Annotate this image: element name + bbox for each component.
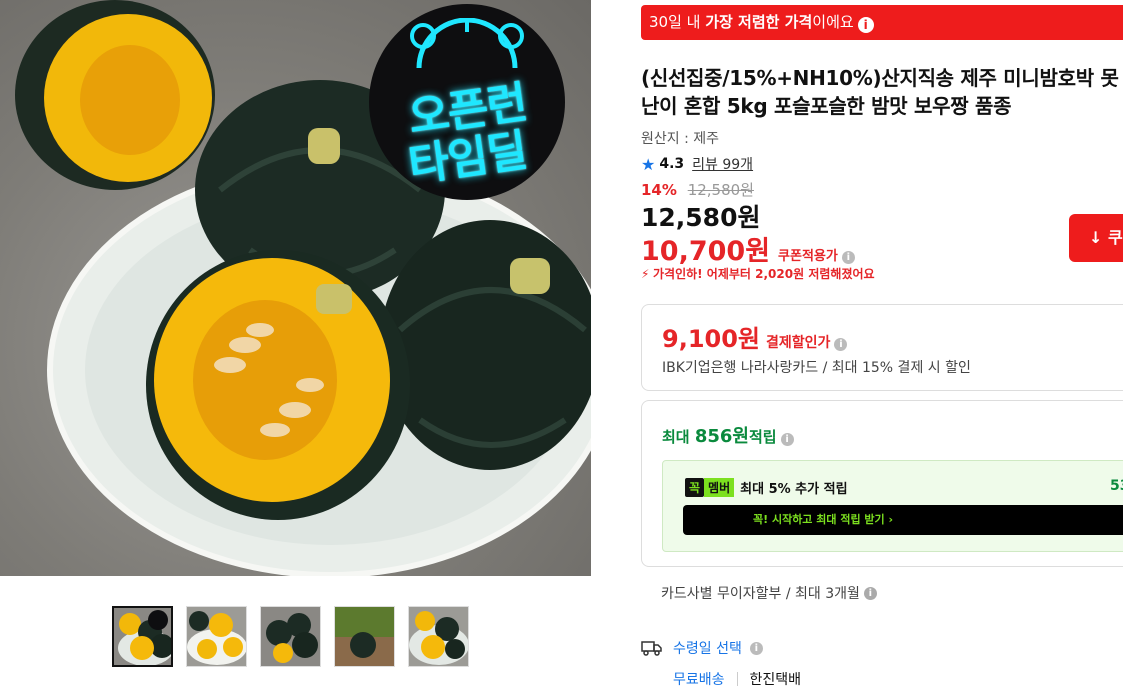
- card-discount-label: 결제할인가: [766, 335, 831, 351]
- thumbnail-image: [409, 607, 468, 666]
- card-discount-amount: 9,100원: [662, 325, 760, 353]
- product-origin: 원산지 : 제주: [641, 131, 720, 147]
- points-header: 최대 856원 적립 i: [662, 422, 794, 448]
- product-rating: ★ 4.3 리뷰 99개: [641, 154, 753, 174]
- star-icon: ★: [641, 154, 656, 174]
- installment-info: 카드사별 무이자할부 / 최대 3개월 i: [661, 583, 877, 603]
- member-points-text: 최대 5% 추가 적립: [740, 482, 848, 497]
- info-icon[interactable]: i: [857, 17, 874, 33]
- thumbnail-image: [335, 607, 394, 666]
- original-price: 12,580원: [687, 181, 754, 199]
- coupon-price-label: 쿠폰적용가: [778, 249, 838, 264]
- coupon-price-row: 10,700원 쿠폰적용가 i: [641, 229, 855, 268]
- delivery-date-row[interactable]: 수령일 선택 i: [641, 638, 801, 658]
- discount-percent: 14%: [641, 181, 677, 199]
- open-run-timedeal-badge: 오픈런 타임딜: [369, 4, 565, 200]
- product-main-image[interactable]: 오픈런 타임딜: [0, 0, 591, 576]
- price-drop-text: 가격인하! 어제부터 2,020원 저렴해졌어요: [653, 267, 875, 281]
- coupon-download-button[interactable]: ↓ 쿠: [1069, 214, 1123, 262]
- info-icon[interactable]: i: [841, 251, 855, 264]
- thumbnail-image: [187, 607, 246, 666]
- card-discount-box: 9,100원 결제할인가 i IBK기업은행 나라사랑카드 / 최대 15% 결…: [641, 304, 1123, 391]
- delivery-section: 수령일 선택 i 무료배송 한진택배: [641, 638, 801, 689]
- thumbnail-image: [114, 608, 171, 665]
- rating-score: 4.3: [659, 156, 685, 172]
- delivery-date-label: 수령일 선택: [673, 641, 742, 657]
- coupon-price: 10,700원: [641, 236, 771, 267]
- lowest-price-prefix: 30일 내: [649, 13, 706, 31]
- card-discount-row: 9,100원 결제할인가 i: [662, 319, 848, 354]
- free-shipping: 무료배송: [673, 672, 725, 688]
- thumbnail-image: [261, 607, 320, 666]
- lowest-price-bold: 가장 저렴한 가격: [705, 13, 813, 31]
- points-amount: 856원: [694, 426, 749, 447]
- thumbnail-4[interactable]: [334, 606, 395, 667]
- thumbnail-2[interactable]: [186, 606, 247, 667]
- points-suffix: 적립: [748, 428, 777, 446]
- member-logo-k: 꼭: [685, 478, 705, 497]
- coupon-button-label: 쿠: [1107, 228, 1123, 247]
- product-info-panel: 30일 내 가장 저렴한 가격이에요 i (신선집중/15%+NH10%)산지직송…: [641, 0, 1123, 697]
- installment-text: 카드사별 무이자할부 / 최대 3개월: [661, 586, 860, 602]
- thumbnail-strip: [112, 606, 469, 667]
- lowest-price-suffix: 이에요: [812, 13, 854, 31]
- card-discount-desc: IBK기업은행 나라사랑카드 / 최대 15% 결제 시 할인: [662, 360, 971, 376]
- product-title: (신선집중/15%+NH10%)산지직송 제주 미니밤호박 못난이 혼합 5kg…: [641, 66, 1119, 118]
- download-icon: ↓: [1089, 228, 1103, 247]
- info-icon[interactable]: i: [780, 433, 794, 446]
- thumbnail-3[interactable]: [260, 606, 321, 667]
- info-icon[interactable]: i: [834, 338, 848, 351]
- member-start-button[interactable]: 꼭! 시작하고 최대 적립 받기 ›: [683, 505, 1123, 535]
- lightning-down-icon: ⚡: [641, 267, 650, 281]
- divider: [736, 672, 738, 686]
- lowest-price-banner[interactable]: 30일 내 가장 저렴한 가격이에요 i: [641, 5, 1123, 40]
- member-tag: 꼭 멤버 최대 5% 추가 적립: [685, 478, 848, 497]
- shipping-row: 무료배송 한진택배: [673, 669, 801, 689]
- info-icon[interactable]: i: [749, 641, 763, 655]
- member-logo-m: 멤버: [704, 478, 735, 497]
- member-points-amount: 53: [1110, 478, 1123, 494]
- courier-name: 한진택배: [749, 672, 802, 688]
- points-box: 최대 856원 적립 i 꼭멤버 최대 5% 추가 적립 53 꼭! 시작하고 …: [641, 400, 1123, 567]
- price-drop-notice: ⚡ 가격인하! 어제부터 2,020원 저렴해졌어요: [641, 265, 875, 282]
- points-prefix: 최대: [662, 428, 690, 446]
- truck-icon: [641, 641, 662, 656]
- discount-row: 14% 12,580원: [641, 179, 754, 200]
- member-points-panel: 꼭멤버 최대 5% 추가 적립 53 꼭! 시작하고 최대 적립 받기 ›: [662, 460, 1123, 552]
- review-count-link[interactable]: 리뷰 99개: [692, 154, 753, 174]
- thumbnail-5[interactable]: [408, 606, 469, 667]
- info-icon[interactable]: i: [863, 586, 877, 600]
- thumbnail-1[interactable]: [112, 606, 173, 667]
